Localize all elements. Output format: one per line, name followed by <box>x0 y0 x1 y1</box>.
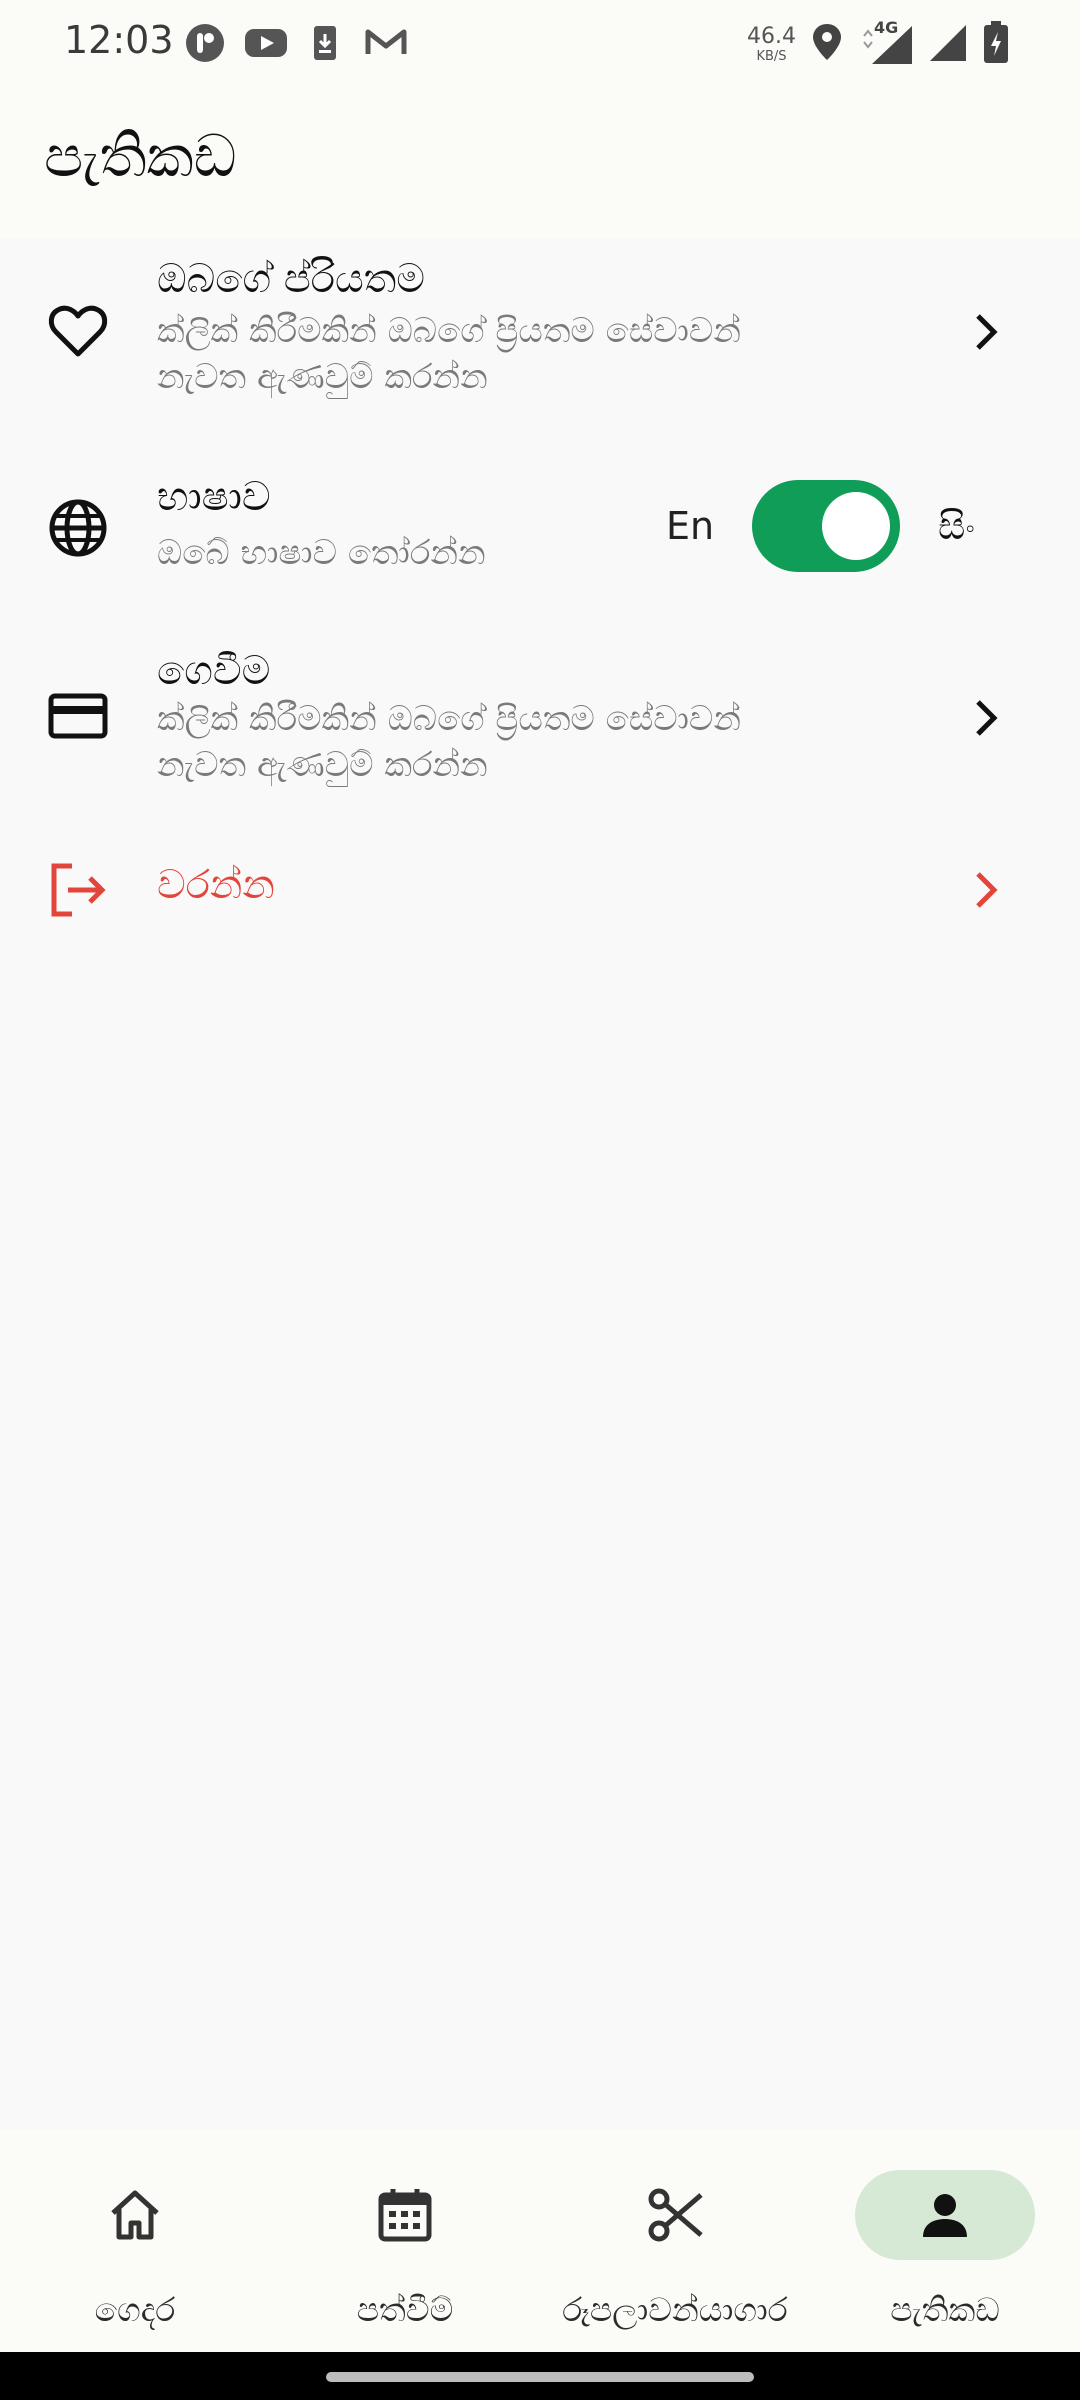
language-toggle-group: En සිං <box>666 478 975 574</box>
app-bar: පැතිකඩ <box>0 90 1080 238</box>
signal-icon <box>928 21 968 67</box>
signal-4g-icon: 4G <box>858 18 914 66</box>
favorites-subtitle-line2: නැවත ඇණවුම් කරන්න <box>157 357 488 397</box>
speed-value: 46.4 <box>747 23 796 49</box>
bottom-navigation: ගෙදර පත්වීම් රූපලාවන්යාගාර පැතිකඩ <box>0 2130 1080 2352</box>
nav-label-appointments: පත්වීම් <box>356 2290 454 2329</box>
language-option-si: සිං <box>938 503 975 548</box>
network-type: 4G <box>874 18 899 37</box>
profile-screen: 12:03 46.4 KB/S 4G පැතිකඩ ඔබගේ ප්රියතම ක… <box>0 0 1080 2400</box>
payment-title: ගෙවීම <box>157 648 271 694</box>
nav-label-profile: පැතිකඩ <box>890 2290 1000 2329</box>
chevron-right-icon <box>968 866 1004 914</box>
person-icon <box>915 2185 975 2245</box>
logout-label: වරන්න <box>157 862 275 908</box>
favorites-subtitle: ක්ලික් කිරීමකින් ඔබගේ ප්‍රියතම සේවාවන් න… <box>157 308 857 400</box>
credit-card-icon <box>46 684 110 748</box>
nav-item-appointments[interactable]: පත්වීම් <box>270 2130 540 2352</box>
system-gesture-area <box>0 2352 1080 2400</box>
gmail-icon <box>364 22 407 64</box>
location-icon <box>810 22 844 66</box>
nav-label-home: ගෙදර <box>94 2290 176 2329</box>
gesture-handle[interactable] <box>326 2372 754 2382</box>
scissors-icon <box>645 2185 705 2245</box>
notification-icons <box>184 22 407 64</box>
payment-subtitle-line2: නැවත ඇණවුම් කරන්න <box>157 745 488 785</box>
favorites-title: ඔබගේ ප්රියතම <box>157 256 426 302</box>
status-time: 12:03 <box>64 18 174 62</box>
nav-item-salons[interactable]: රූපලාවන්යාගාර <box>540 2130 810 2352</box>
youtube-icon <box>244 22 287 64</box>
payment-row[interactable]: ගෙවීම ක්ලික් කිරීමකින් ඔබගේ ප්‍රියතම සේව… <box>0 628 1080 808</box>
heart-icon <box>46 300 110 364</box>
app-notification-icon <box>184 22 226 64</box>
globe-icon <box>46 496 110 560</box>
language-option-en: En <box>666 504 715 548</box>
language-toggle[interactable] <box>752 480 900 572</box>
chevron-right-icon <box>968 308 1004 356</box>
favorites-row[interactable]: ඔබගේ ප්රියතම ක්ලික් කිරීමකින් ඔබගේ ප්‍රි… <box>0 238 1080 418</box>
speed-unit: KB/S <box>756 48 787 64</box>
favorites-subtitle-line1: ක්ලික් කිරීමකින් ඔබගේ ප්‍රියතම සේවාවන් <box>157 311 741 351</box>
network-speed: 46.4 KB/S <box>747 23 796 64</box>
payment-subtitle: ක්ලික් කිරීමකින් ඔබගේ ප්‍රියතම සේවාවන් න… <box>157 696 857 788</box>
status-right: 46.4 KB/S 4G <box>747 18 1010 68</box>
calendar-icon <box>375 2185 435 2245</box>
payment-subtitle-line1: ක්ලික් කිරීමකින් ඔබගේ ප්‍රියතම සේවාවන් <box>157 699 741 739</box>
nav-label-salons: රූපලාවන්යාගාර <box>562 2290 788 2329</box>
home-icon <box>105 2185 165 2245</box>
chevron-right-icon <box>968 694 1004 742</box>
download-icon <box>304 22 346 64</box>
nav-item-home[interactable]: ගෙදර <box>0 2130 270 2352</box>
language-row: භාෂාව ඔබේ භාෂාව තෝරන්න En සිං <box>0 460 1080 600</box>
status-bar: 12:03 46.4 KB/S 4G <box>0 0 1080 90</box>
language-title: භාෂාව <box>157 474 271 520</box>
logout-icon <box>46 858 110 922</box>
logout-row[interactable]: වරන්න <box>0 840 1080 940</box>
toggle-knob <box>822 492 890 560</box>
nav-item-profile[interactable]: පැතිකඩ <box>810 2130 1080 2352</box>
battery-charging-icon <box>982 20 1010 68</box>
page-title: පැතිකඩ <box>44 122 237 190</box>
